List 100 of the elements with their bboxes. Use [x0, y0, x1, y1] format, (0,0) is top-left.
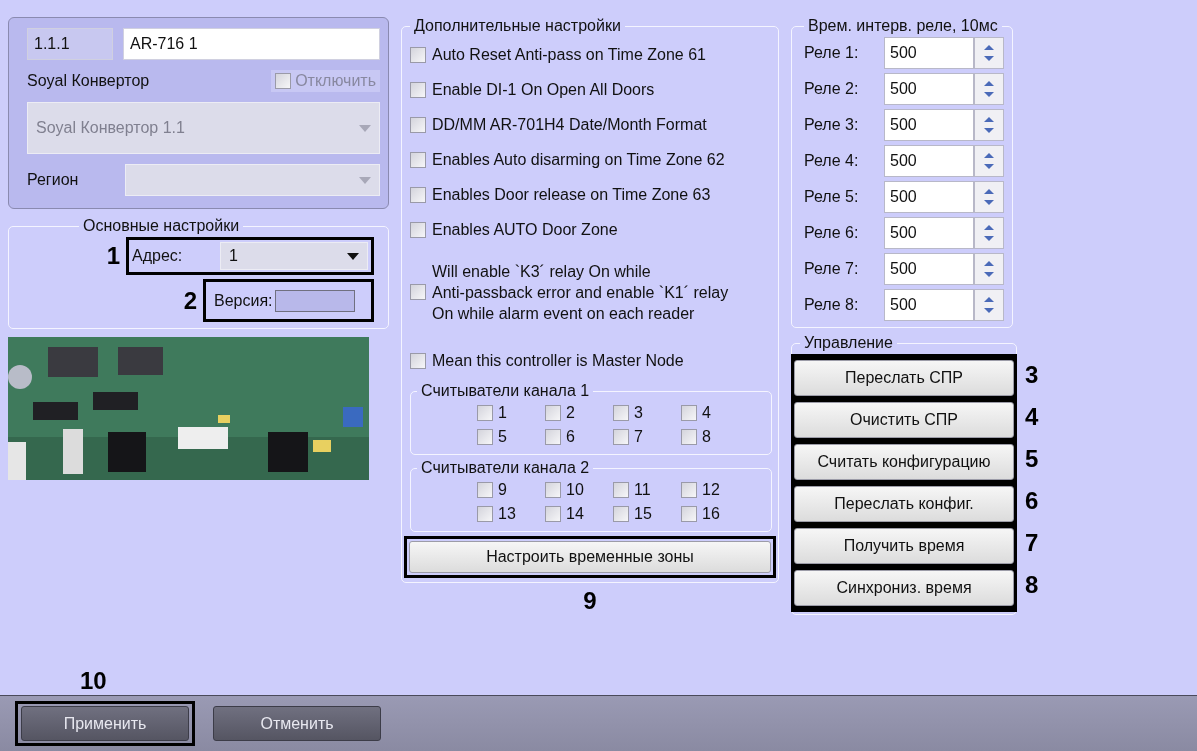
converter-label: Soyal Конвертор: [27, 72, 150, 90]
checkbox[interactable]: [477, 506, 493, 522]
relay-input[interactable]: 500: [884, 253, 974, 285]
up-down-arrows-icon: [983, 259, 995, 279]
option-label: DD/MM AR-701H4 Date/Month Format: [432, 115, 707, 135]
group-title: Считыватели канала 1: [420, 382, 591, 400]
spin-button[interactable]: [974, 109, 1004, 141]
group-title: Считыватели канала 2: [420, 459, 591, 477]
up-down-arrows-icon: [983, 115, 995, 135]
reader-label: 8: [702, 428, 711, 446]
checkbox[interactable]: [410, 284, 426, 300]
up-down-arrows-icon: [983, 187, 995, 207]
relay-input[interactable]: 500: [884, 145, 974, 177]
checkbox[interactable]: [477, 405, 493, 421]
checkbox[interactable]: [681, 405, 697, 421]
up-down-arrows-icon: [983, 295, 995, 315]
checkbox[interactable]: [681, 506, 697, 522]
reader-label: 1: [498, 404, 507, 422]
callout-number: 9: [583, 587, 597, 614]
number-field[interactable]: 1.1.1: [27, 28, 113, 60]
checkbox[interactable]: [613, 506, 629, 522]
up-down-arrows-icon: [983, 151, 995, 171]
checkbox[interactable]: [545, 429, 561, 445]
checkbox[interactable]: [613, 429, 629, 445]
checkbox[interactable]: [681, 482, 697, 498]
reader-label: 7: [634, 428, 643, 446]
relay-input[interactable]: 500: [884, 37, 974, 69]
up-down-arrows-icon: [983, 79, 995, 99]
relay-label: Реле 2:: [804, 80, 860, 98]
reader-label: 10: [566, 481, 584, 499]
reader-label: 3: [634, 404, 643, 422]
checkbox[interactable]: [410, 352, 426, 369]
checkbox[interactable]: [545, 506, 561, 522]
callout-number: 2: [183, 286, 197, 315]
checkbox[interactable]: [545, 405, 561, 421]
spin-button[interactable]: [974, 37, 1004, 69]
checkbox[interactable]: [410, 46, 426, 63]
spin-button[interactable]: [974, 253, 1004, 285]
checkbox[interactable]: [410, 81, 426, 98]
relay-label: Реле 1:: [804, 44, 860, 62]
option-label: Auto Reset Anti-pass on Time Zone 61: [432, 45, 706, 65]
relay-input[interactable]: 500: [884, 289, 974, 321]
reader-label: 13: [498, 505, 516, 523]
reader-label: 9: [498, 481, 507, 499]
spin-button[interactable]: [974, 289, 1004, 321]
spin-button[interactable]: [974, 145, 1004, 177]
address-label: Адрес:: [132, 247, 184, 265]
checkbox[interactable]: [410, 116, 426, 133]
checkbox[interactable]: [613, 405, 629, 421]
checkbox[interactable]: [613, 482, 629, 498]
time-zones-button[interactable]: Настроить временные зоны: [409, 541, 771, 573]
footer-button[interactable]: Применить: [21, 706, 189, 741]
footer-button[interactable]: Отменить: [213, 706, 381, 741]
option-label: Will enable `K3´ relay On while Anti-passback error and enable `K1´ relay On while alarm event on each reader: [432, 261, 729, 324]
checkbox[interactable]: [410, 151, 426, 168]
checkbox[interactable]: [681, 429, 697, 445]
spin-button[interactable]: [974, 73, 1004, 105]
callout-number: 7: [1025, 529, 1039, 557]
spin-button[interactable]: [974, 181, 1004, 213]
up-down-arrows-icon: [983, 43, 995, 63]
reader-label: 6: [566, 428, 575, 446]
group-title: Управление: [803, 334, 894, 352]
control-button[interactable]: Переслать СПР: [794, 360, 1014, 396]
relay-input[interactable]: 500: [884, 109, 974, 141]
relay-input[interactable]: 500: [884, 73, 974, 105]
option-label: Enable DI-1 On Open All Doors: [432, 80, 655, 100]
address-select[interactable]: 1: [220, 242, 368, 270]
checkbox[interactable]: [410, 221, 426, 238]
callout-number: 3: [1025, 361, 1039, 389]
control-button[interactable]: Получить время: [794, 528, 1014, 564]
option-label: Mean this controller is Master Node: [432, 351, 684, 371]
reader-label: 16: [702, 505, 720, 523]
relay-label: Реле 5:: [804, 188, 860, 206]
control-button[interactable]: Переслать конфиг.: [794, 486, 1014, 522]
checkbox[interactable]: [545, 482, 561, 498]
name-field[interactable]: AR-716 1: [123, 28, 380, 60]
relay-label: Реле 6:: [804, 224, 860, 242]
relay-label: Реле 8:: [804, 296, 860, 314]
up-down-arrows-icon: [983, 223, 995, 243]
caret-icon: [359, 176, 371, 184]
control-button[interactable]: Очистить СПР: [794, 402, 1014, 438]
version-field[interactable]: [274, 289, 355, 312]
relay-input[interactable]: 500: [884, 217, 974, 249]
relay-input[interactable]: 500: [884, 181, 974, 213]
callout-number: 4: [1025, 403, 1039, 431]
caret-icon: [347, 252, 359, 260]
group-title: Дополнительные настройки: [413, 17, 622, 35]
checkbox[interactable]: [410, 186, 426, 203]
checkbox[interactable]: [477, 482, 493, 498]
reader-label: 11: [634, 481, 651, 499]
callout-number: 1: [106, 242, 120, 270]
control-button[interactable]: Синхрониз. время: [794, 570, 1014, 606]
spin-button[interactable]: [974, 217, 1004, 249]
control-button[interactable]: Считать конфигурацию: [794, 444, 1014, 480]
region-label: Регион: [27, 171, 80, 189]
caret-icon: [359, 124, 371, 132]
reader-label: 2: [566, 404, 575, 422]
reader-label: 15: [634, 505, 652, 523]
relay-label: Реле 7:: [804, 260, 860, 278]
checkbox[interactable]: [477, 429, 493, 445]
